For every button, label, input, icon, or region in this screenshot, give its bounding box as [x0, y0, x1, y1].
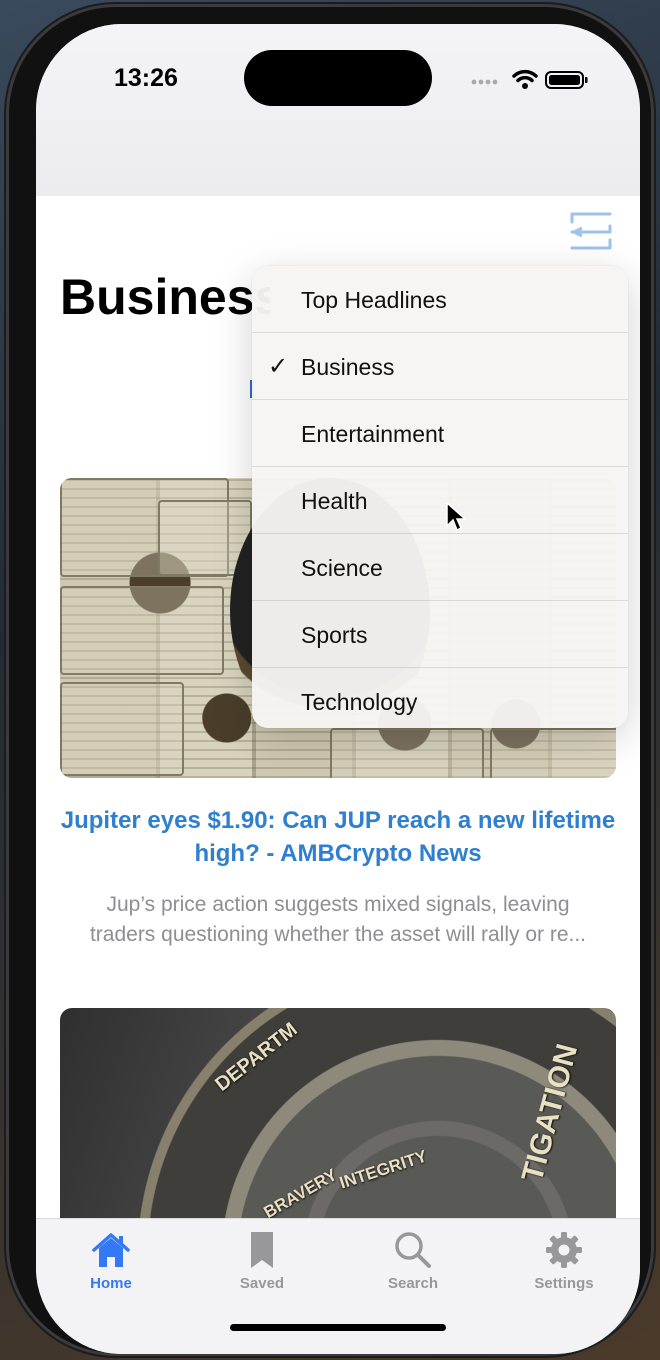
battery-icon [545, 71, 588, 89]
tab-label: Home [90, 1275, 132, 1292]
status-icons [471, 69, 588, 89]
menu-item-label: Sports [301, 622, 368, 648]
image-text: INTEGRITY [337, 1146, 430, 1193]
image-text: TIGATION [515, 1040, 585, 1186]
tab-settings[interactable]: Settings [504, 1229, 624, 1292]
menu-item-label: Technology [301, 689, 418, 715]
tab-home[interactable]: Home [51, 1229, 171, 1292]
category-menu: Top Headlines ✓ Business Entertainment H… [252, 266, 628, 728]
filter-icon[interactable] [568, 206, 614, 256]
article-title[interactable]: Jupiter eyes $1.90: Can JUP reach a new … [60, 804, 616, 870]
tab-label: Search [387, 1275, 439, 1292]
tab-saved[interactable]: Saved [202, 1229, 322, 1292]
status-bar: 13:26 [36, 24, 640, 196]
dynamic-island [244, 50, 432, 106]
menu-item-label: Top Headlines [301, 287, 447, 313]
home-icon [51, 1229, 171, 1271]
menu-item-technology[interactable]: Technology [252, 668, 628, 728]
image-detail [490, 728, 616, 778]
image-detail [60, 586, 224, 675]
image-text: DEPARTM [211, 1018, 302, 1096]
menu-item-sports[interactable]: Sports [252, 601, 628, 668]
article-image[interactable]: INTEGRITY BRAVERY TIGATION DEPARTM [60, 1008, 616, 1238]
menu-item-science[interactable]: Science [252, 534, 628, 601]
description-line: Jup’s price action suggests mixed signal… [106, 893, 570, 916]
wifi-icon [512, 69, 538, 89]
menu-item-entertainment[interactable]: Entertainment [252, 400, 628, 467]
tab-label: Settings [534, 1275, 594, 1292]
phone-frame: 13:26 Business Jupiter eyes $1.90: Can J… [6, 4, 654, 1356]
menu-item-health[interactable]: Health [252, 467, 628, 534]
article-description: Jup’s price action suggests mixed signal… [60, 890, 616, 950]
tab-bar: Home Saved Search Settings [36, 1218, 640, 1354]
menu-item-label: Business [301, 354, 395, 380]
tab-search[interactable]: Search [353, 1229, 473, 1292]
image-detail [60, 682, 184, 776]
home-indicator [230, 1324, 446, 1331]
mouse-pointer-icon [446, 502, 466, 532]
menu-item-label: Health [301, 488, 368, 514]
tab-label: Saved [239, 1275, 285, 1292]
checkmark-icon: ✓ [268, 353, 289, 380]
search-icon [353, 1229, 473, 1271]
menu-item-business[interactable]: ✓ Business [252, 333, 628, 400]
gear-icon [504, 1229, 624, 1271]
menu-item-label: Entertainment [301, 421, 445, 447]
page-title: Business [60, 269, 270, 325]
image-text: BRAVERY [260, 1165, 341, 1223]
menu-item-top-headlines[interactable]: Top Headlines [252, 266, 628, 333]
description-line: traders questioning whether the asset wi… [89, 923, 587, 946]
status-time: 13:26 [114, 64, 178, 92]
app-screen: 13:26 Business Jupiter eyes $1.90: Can J… [36, 24, 640, 1354]
menu-item-label: Science [301, 555, 383, 581]
signal-icon [471, 79, 498, 85]
bookmark-icon [202, 1229, 322, 1271]
